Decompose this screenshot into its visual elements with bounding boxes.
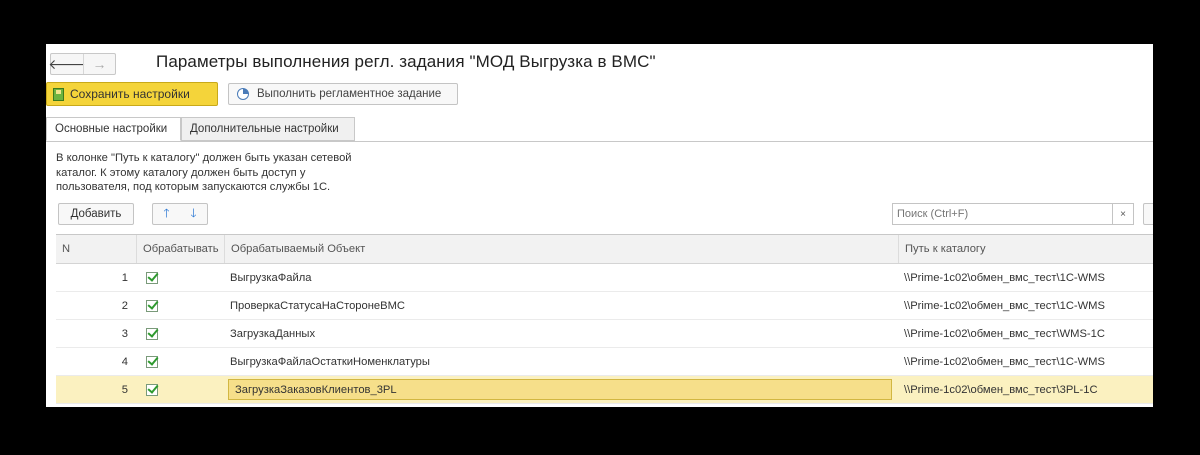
- table-row-selected[interactable]: 5 ЗагрузкаЗаказовКлиентов_3PL \\Prime-1c…: [56, 376, 1153, 404]
- table-toolbar: Добавить 🡑 🡓 ×: [46, 202, 1153, 228]
- row-number: 1: [121, 271, 128, 284]
- info-line: пользователя, под которым запускаются сл…: [56, 181, 331, 193]
- save-settings-label: Сохранить настройки: [70, 87, 190, 101]
- info-note: В колонке "Путь к каталогу" должен быть …: [56, 151, 396, 195]
- more-button[interactable]: [1143, 203, 1153, 225]
- info-line: В колонке "Путь к каталогу" должен быть …: [56, 152, 352, 164]
- process-checkbox[interactable]: [146, 355, 158, 368]
- row-checkbox-cell: [136, 376, 224, 403]
- add-button[interactable]: Добавить: [58, 203, 134, 225]
- table-row[interactable]: 1 ВыгрузкаФайла \\Prime-1c02\обмен_вмс_т…: [56, 264, 1153, 292]
- arrow-down-icon: 🡓: [190, 205, 197, 220]
- row-object: ЗагрузкаДанных: [230, 327, 316, 340]
- row-path: \\Prime-1c02\обмен_вмс_тест\3PL-1C: [904, 383, 1098, 396]
- navigation-buttons: 🡐 →: [48, 53, 116, 75]
- run-scheduled-job-button[interactable]: Выполнить регламентное задание: [228, 83, 458, 105]
- table-row[interactable]: 4 ВыгрузкаФайлаОстаткиНоменклатуры \\Pri…: [56, 348, 1153, 376]
- close-icon: ×: [1120, 208, 1126, 220]
- row-object: ВыгрузкаФайлаОстаткиНоменклатуры: [230, 355, 430, 368]
- table-header: N Обрабатывать Обрабатываемый Объект Пут…: [56, 235, 1153, 264]
- tab-bar: Основные настройки Дополнительные настро…: [46, 117, 1153, 142]
- save-icon: [53, 87, 64, 101]
- column-header-object[interactable]: Обрабатываемый Объект: [224, 235, 898, 263]
- row-path: \\Prime-1c02\обмен_вмс_тест\1C-WMS: [904, 299, 1105, 312]
- process-checkbox[interactable]: [146, 271, 158, 284]
- row-object-cell: ЗагрузкаЗаказовКлиентов_3PL: [224, 376, 898, 403]
- process-checkbox[interactable]: [146, 383, 158, 396]
- row-checkbox-cell: [136, 292, 224, 319]
- window-header: 🡐 → Параметры выполнения регл. задания "…: [46, 44, 1153, 80]
- row-number: 5: [121, 383, 128, 396]
- column-header-process[interactable]: Обрабатывать: [136, 235, 224, 263]
- move-down-button[interactable]: 🡓: [180, 204, 207, 224]
- clock-icon: [237, 88, 249, 100]
- settings-window: 🡐 → Параметры выполнения регл. задания "…: [46, 44, 1153, 407]
- column-header-n[interactable]: N: [56, 235, 136, 263]
- row-checkbox-cell: [136, 320, 224, 347]
- row-number: 4: [121, 355, 128, 368]
- back-button[interactable]: 🡐: [48, 54, 86, 74]
- tab-additional-settings[interactable]: Дополнительные настройки: [181, 117, 355, 141]
- arrow-up-icon: 🡑: [163, 205, 170, 220]
- forward-button[interactable]: →: [83, 54, 115, 74]
- search-box: ×: [892, 203, 1134, 225]
- process-checkbox[interactable]: [146, 327, 158, 340]
- arrow-right-icon: →: [92, 56, 107, 72]
- tab-main-settings[interactable]: Основные настройки: [46, 117, 181, 141]
- save-settings-button[interactable]: Сохранить настройки: [46, 82, 218, 106]
- info-line: каталог. К этому каталогу должен быть до…: [56, 166, 306, 179]
- search-input[interactable]: [893, 207, 1109, 221]
- table-row[interactable]: 2 ПроверкаСтатусаНаСторонеВМС \\Prime-1c…: [56, 292, 1153, 320]
- move-buttons: 🡑 🡓: [152, 203, 208, 225]
- row-checkbox-cell: [136, 348, 224, 375]
- row-path: \\Prime-1c02\обмен_вмс_тест\1C-WMS: [904, 355, 1105, 368]
- move-up-button[interactable]: 🡑: [153, 204, 180, 224]
- form-toolbar: Сохранить настройки Выполнить регламентн…: [46, 82, 1153, 110]
- run-scheduled-job-label: Выполнить регламентное задание: [257, 88, 442, 100]
- row-object: ПроверкаСтатусаНаСторонеВМС: [230, 299, 406, 312]
- row-path: \\Prime-1c02\обмен_вмс_тест\WMS-1C: [904, 327, 1105, 340]
- row-checkbox-cell: [136, 264, 224, 291]
- process-checkbox[interactable]: [146, 299, 158, 312]
- column-header-path[interactable]: Путь к каталогу: [898, 235, 1153, 263]
- arrow-left-icon: 🡐: [48, 55, 86, 72]
- table-row[interactable]: 3 ЗагрузкаДанных \\Prime-1c02\обмен_вмс_…: [56, 320, 1153, 348]
- row-object: ВыгрузкаФайла: [230, 271, 312, 284]
- page-title: Параметры выполнения регл. задания "МОД …: [156, 52, 656, 71]
- objects-table: N Обрабатывать Обрабатываемый Объект Пут…: [56, 234, 1153, 404]
- row-number: 3: [121, 327, 128, 340]
- clear-search-button[interactable]: ×: [1112, 204, 1133, 224]
- row-object-editor[interactable]: ЗагрузкаЗаказовКлиентов_3PL: [228, 379, 892, 400]
- row-path: \\Prime-1c02\обмен_вмс_тест\1C-WMS: [904, 271, 1105, 284]
- row-number: 2: [121, 299, 128, 312]
